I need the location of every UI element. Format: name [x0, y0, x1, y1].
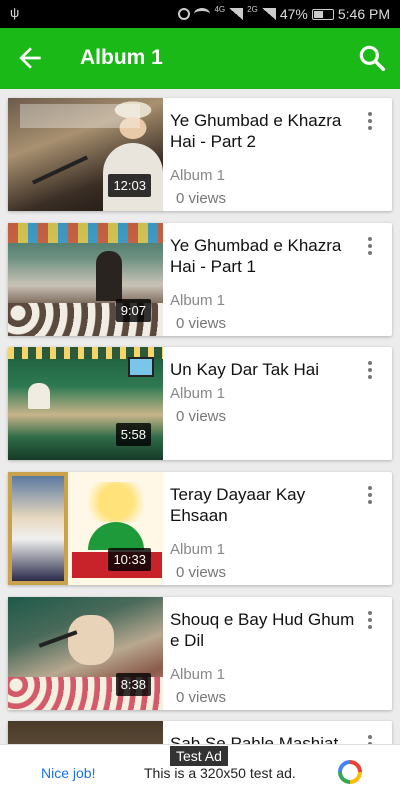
green-dome-graphic: [88, 522, 144, 550]
video-title[interactable]: Sab Se Pahle Mashiat: [170, 733, 360, 744]
video-card[interactable]: 10:33 Teray Dayaar Kay Ehsaan Album 1 0 …: [8, 472, 392, 585]
video-title[interactable]: Shouq e Bay Hud Ghum e Dil: [170, 609, 360, 651]
video-album: Album 1: [170, 666, 226, 683]
video-card[interactable]: Sab Se Pahle Mashiat: [8, 721, 392, 744]
more-options-icon[interactable]: [362, 733, 378, 744]
more-options-icon[interactable]: [362, 235, 378, 257]
video-views: 0 views: [176, 408, 227, 425]
status-bar: ψ 4G 2G 47% 5:46 PM: [0, 0, 400, 28]
speaker-figure: [96, 251, 122, 301]
battery-icon: [311, 8, 334, 20]
ad-cta[interactable]: Nice job!: [41, 765, 95, 781]
video-card[interactable]: 5:58 Un Kay Dar Tak Hai Album 1 0 views: [8, 347, 392, 460]
portrait-frame: [8, 472, 68, 585]
signal-icon-2: [261, 8, 276, 20]
more-options-icon[interactable]: [362, 609, 378, 631]
video-views: 0 views: [176, 689, 227, 706]
clock: 5:46 PM: [337, 6, 390, 22]
more-options-icon[interactable]: [362, 110, 378, 132]
video-thumbnail[interactable]: 5:58: [8, 347, 163, 460]
network-type-label: 4G: [214, 4, 226, 14]
video-list[interactable]: 12:03 Ye Ghumbad e Khazra Hai - Part 2 A…: [0, 89, 400, 744]
microphone-graphic: [31, 155, 89, 185]
page-title: Album 1: [80, 46, 163, 69]
video-thumbnail[interactable]: 9:07: [8, 223, 163, 336]
video-views: 0 views: [176, 190, 227, 207]
wifi-icon: [194, 8, 211, 20]
app-bar: Album 1: [0, 28, 400, 89]
video-duration: 9:07: [115, 299, 151, 322]
video-views: 0 views: [176, 315, 227, 332]
video-card[interactable]: 9:07 Ye Ghumbad e Khazra Hai - Part 1 Al…: [8, 223, 392, 336]
signal-icon: [229, 8, 244, 20]
more-options-icon[interactable]: [362, 359, 378, 381]
search-icon[interactable]: [356, 42, 388, 74]
screen-graphic: [128, 357, 154, 377]
video-thumbnail[interactable]: 12:03: [8, 98, 163, 211]
battery-percent: 47%: [279, 6, 308, 22]
video-thumbnail[interactable]: 8:38: [8, 597, 163, 710]
video-album: Album 1: [170, 292, 226, 309]
video-card[interactable]: 8:38 Shouq e Bay Hud Ghum e Dil Album 1 …: [8, 597, 392, 710]
video-thumbnail[interactable]: 10:33: [8, 472, 163, 585]
video-card[interactable]: 12:03 Ye Ghumbad e Khazra Hai - Part 2 A…: [8, 98, 392, 211]
test-ad-label: Test Ad: [170, 746, 228, 766]
light-rays-graphic: [80, 482, 152, 522]
banner-text-graphic: [20, 104, 140, 128]
speaker-figure: [28, 383, 50, 409]
usb-icon: ψ: [10, 5, 20, 20]
video-title[interactable]: Teray Dayaar Kay Ehsaan: [170, 484, 360, 526]
video-title[interactable]: Ye Ghumbad e Khazra Hai - Part 2: [170, 110, 360, 152]
ad-logo-icon: [338, 760, 362, 784]
video-album: Album 1: [170, 167, 226, 184]
video-duration: 8:38: [115, 673, 151, 696]
video-title[interactable]: Ye Ghumbad e Khazra Hai - Part 1: [170, 235, 360, 277]
video-album: Album 1: [170, 541, 226, 558]
alarm-icon: [178, 8, 191, 20]
video-album: Album 1: [170, 385, 226, 402]
video-duration: 10:33: [108, 548, 151, 571]
network-type-label-2: 2G: [247, 4, 258, 14]
video-duration: 5:58: [115, 423, 151, 446]
back-arrow-icon[interactable]: [14, 42, 46, 74]
more-options-icon[interactable]: [362, 484, 378, 506]
video-views: 0 views: [176, 564, 227, 581]
speaker-figure: [68, 615, 114, 665]
video-duration: 12:03: [108, 174, 151, 197]
video-thumbnail[interactable]: [8, 721, 163, 744]
decoration-lights: [8, 223, 163, 243]
portrait-image: [12, 476, 64, 581]
ad-message: This is a 320x50 test ad.: [144, 765, 296, 781]
video-title[interactable]: Un Kay Dar Tak Hai: [170, 359, 360, 380]
